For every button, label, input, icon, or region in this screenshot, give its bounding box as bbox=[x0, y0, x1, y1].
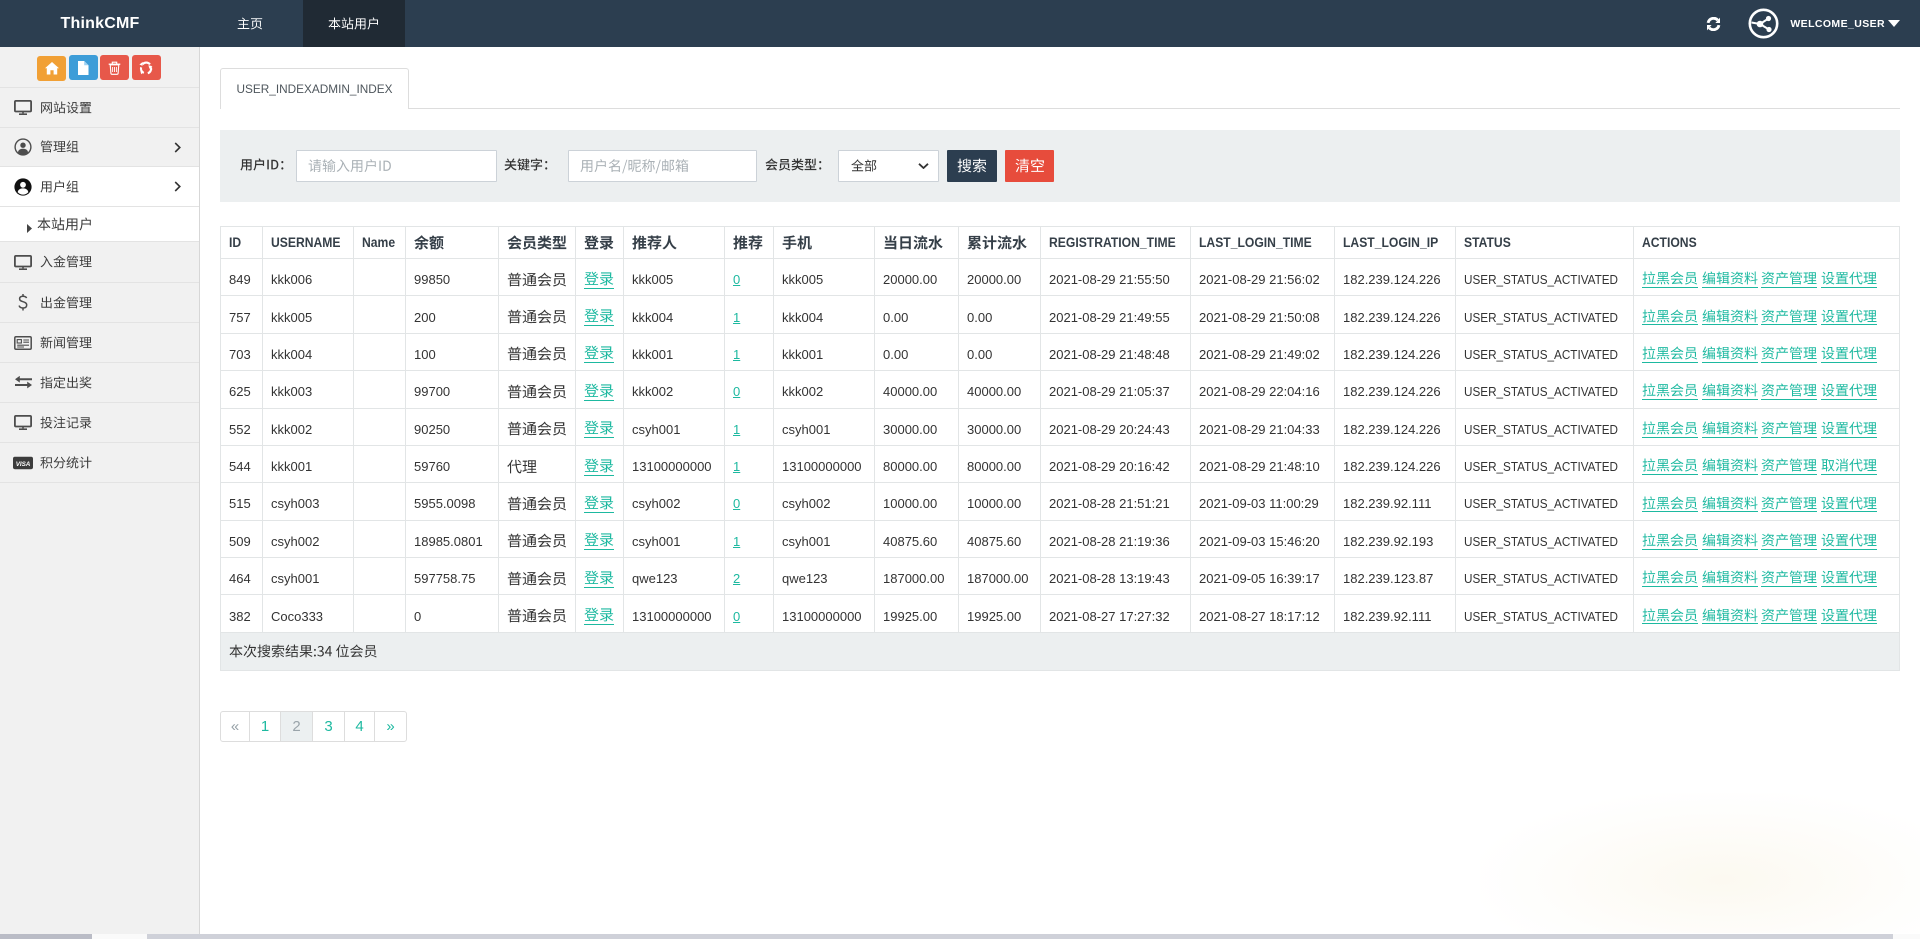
svg-text:VISA: VISA bbox=[16, 460, 31, 467]
